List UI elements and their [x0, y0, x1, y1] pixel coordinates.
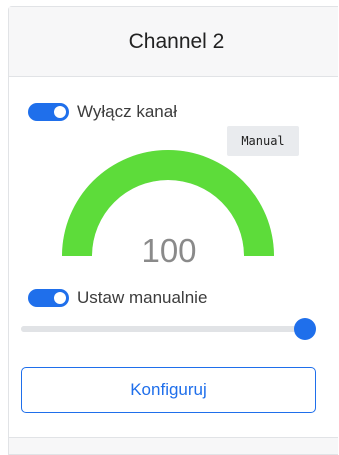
- gauge-value: 100: [141, 232, 197, 269]
- slider-fill: [21, 326, 305, 332]
- disable-channel-label: Wyłącz kanał: [77, 102, 177, 121]
- disable-channel-toggle-row: Wyłącz kanał: [28, 102, 177, 122]
- card-title: Channel 2: [128, 29, 225, 53]
- switch-knob: [54, 292, 66, 304]
- manual-slider[interactable]: [21, 318, 316, 340]
- disable-channel-switch[interactable]: [28, 103, 69, 121]
- manual-label: Ustaw manualnie: [77, 288, 208, 307]
- configure-button[interactable]: Konfiguruj: [21, 367, 316, 413]
- card-footer: [9, 437, 338, 454]
- manual-toggle-row: Ustaw manualnie: [28, 288, 207, 308]
- card-header: Channel 2: [9, 7, 338, 77]
- slider-thumb[interactable]: [294, 318, 316, 340]
- manual-switch[interactable]: [28, 289, 69, 307]
- switch-knob: [54, 106, 66, 118]
